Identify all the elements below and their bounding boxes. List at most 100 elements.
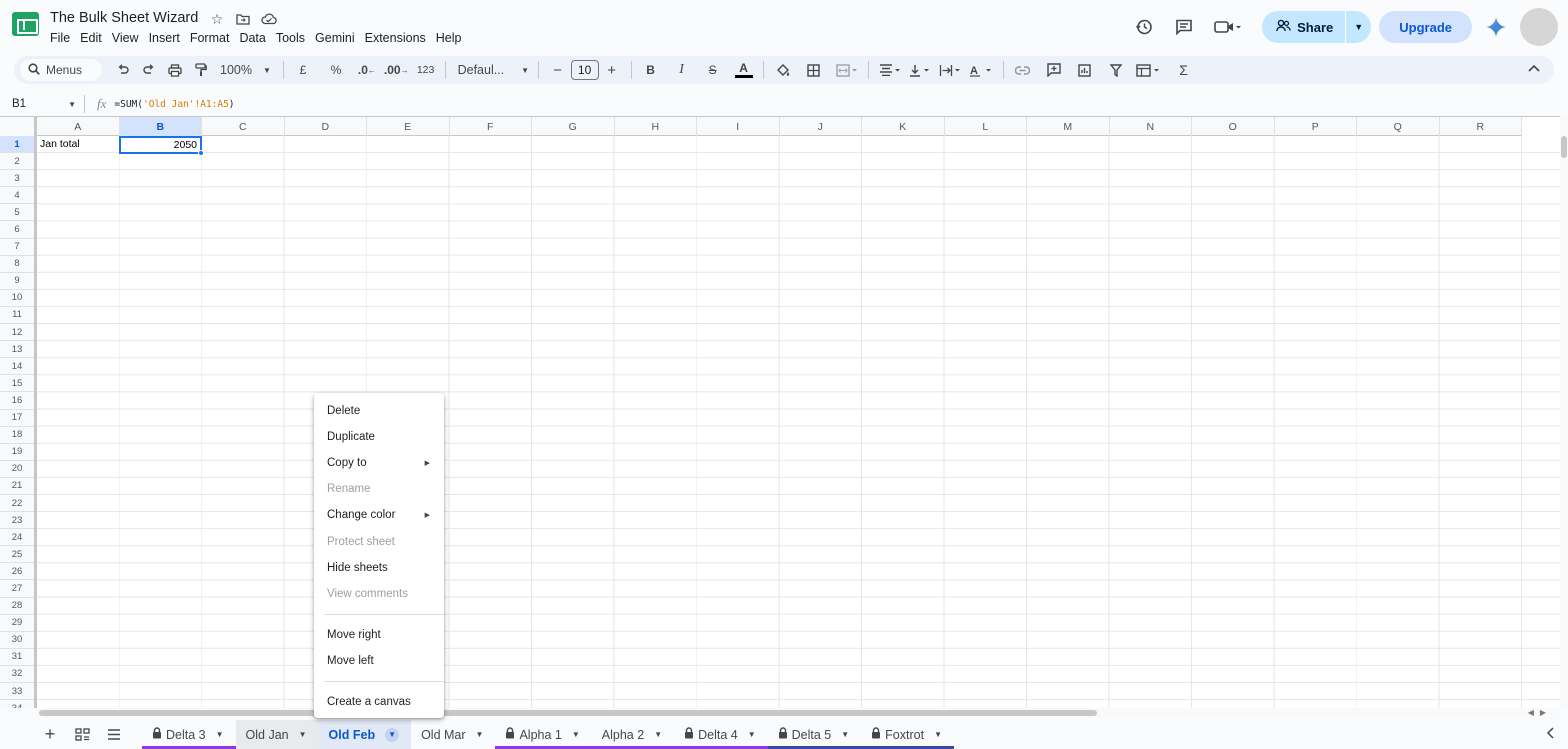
row-header-32[interactable]: 32 [0, 666, 34, 683]
star-icon[interactable]: ☆ [208, 10, 226, 28]
row-header-24[interactable]: 24 [0, 529, 34, 547]
vertical-align-icon[interactable] [906, 58, 934, 82]
strikethrough-button[interactable]: S [701, 58, 725, 82]
row-header-6[interactable]: 6 [0, 221, 34, 239]
percent-format-button[interactable]: % [324, 58, 348, 82]
row-header-23[interactable]: 23 [0, 512, 34, 530]
row-header-4[interactable]: 4 [0, 187, 34, 205]
menu-item-delete[interactable]: Delete [314, 398, 444, 424]
row-header-31[interactable]: 31 [0, 649, 34, 666]
insert-chart-icon[interactable] [1073, 58, 1097, 82]
cell-area[interactable] [37, 136, 1560, 708]
vertical-scrollbar[interactable] [1560, 116, 1568, 708]
move-folder-icon[interactable] [234, 10, 252, 28]
column-header-n[interactable]: N [1110, 117, 1192, 136]
row-header-15[interactable]: 15 [0, 375, 34, 393]
cell-b1-selected[interactable]: 2050 [119, 136, 204, 156]
add-sheet-icon[interactable]: + [34, 721, 66, 749]
upgrade-button[interactable]: Upgrade [1379, 11, 1472, 43]
paint-format-icon[interactable] [189, 58, 213, 82]
menu-item-duplicate[interactable]: Duplicate [314, 424, 444, 450]
row-header-26[interactable]: 26 [0, 563, 34, 581]
column-header-q[interactable]: Q [1357, 117, 1440, 136]
vertical-scroll-thumb[interactable] [1561, 136, 1567, 158]
chevron-down-icon[interactable]: ▼ [934, 730, 942, 739]
sheet-tab-alpha-2[interactable]: Alpha 2 ▼ [591, 720, 675, 749]
cell-a1[interactable]: Jan total [40, 138, 80, 150]
column-header-a[interactable]: A [37, 117, 120, 136]
zoom-select[interactable]: 100% ▼ [214, 63, 277, 77]
row-header-12[interactable]: 12 [0, 324, 34, 342]
row-header-16[interactable]: 16 [0, 392, 34, 410]
row-header-21[interactable]: 21 [0, 478, 34, 495]
horizontal-scroll-thumb[interactable] [39, 710, 1097, 716]
text-wrapping-icon[interactable] [936, 58, 964, 82]
row-header-11[interactable]: 11 [0, 307, 34, 325]
column-header-f[interactable]: F [450, 117, 532, 136]
chevron-down-icon[interactable]: ▼ [654, 730, 662, 739]
row-header-5[interactable]: 5 [0, 204, 34, 222]
font-family-select[interactable]: Defaul... ▼ [452, 63, 532, 77]
column-header-e[interactable]: E [367, 117, 450, 136]
menu-insert[interactable]: Insert [149, 31, 190, 45]
column-header-p[interactable]: P [1275, 117, 1357, 136]
document-title[interactable]: The Bulk Sheet Wizard [50, 10, 198, 26]
bold-button[interactable]: B [639, 58, 663, 82]
formula-input[interactable]: =SUM('Old Jan'!A1:A5) [114, 99, 234, 110]
sheet-tab-foxtrot[interactable]: Foxtrot ▼ [861, 720, 954, 749]
menu-item-move-left[interactable]: Move left [314, 648, 444, 674]
row-header-10[interactable]: 10 [0, 290, 34, 307]
increase-font-size-button[interactable]: + [600, 58, 624, 82]
menu-gemini[interactable]: Gemini [315, 31, 365, 45]
column-header-g[interactable]: G [532, 117, 615, 136]
fill-color-icon[interactable] [771, 58, 795, 82]
row-header-18[interactable]: 18 [0, 427, 34, 444]
column-header-k[interactable]: K [862, 117, 945, 136]
fill-handle[interactable] [198, 150, 204, 156]
font-size-input[interactable]: 10 [570, 60, 599, 80]
comments-icon[interactable] [1168, 11, 1200, 43]
row-header-19[interactable]: 19 [0, 444, 34, 461]
sheets-logo-icon[interactable] [12, 12, 39, 36]
menus-search[interactable]: Menus [20, 59, 102, 81]
filter-icon[interactable] [1104, 58, 1128, 82]
text-color-button[interactable]: A [732, 58, 756, 82]
borders-icon[interactable] [802, 58, 826, 82]
column-header-o[interactable]: O [1192, 117, 1275, 136]
menu-item-change-color[interactable]: Change color ▶ [314, 502, 444, 528]
row-header-1[interactable]: 1 [0, 136, 34, 154]
menu-edit[interactable]: Edit [80, 31, 112, 45]
chevron-down-icon[interactable]: ▼ [216, 730, 224, 739]
row-header-34[interactable]: 34 [0, 700, 34, 708]
chevron-down-icon[interactable]: ▼ [841, 730, 849, 739]
sheet-tab-delta-4[interactable]: Delta 4 ▼ [674, 720, 768, 749]
chevron-down-icon[interactable]: ▼ [299, 730, 307, 739]
menu-data[interactable]: Data [239, 31, 275, 45]
sheet-list-icon[interactable] [66, 721, 98, 749]
share-button[interactable]: Share [1262, 11, 1345, 43]
functions-button[interactable]: Σ [1172, 58, 1196, 82]
column-header-m[interactable]: M [1027, 117, 1110, 136]
menu-view[interactable]: View [112, 31, 149, 45]
row-header-27[interactable]: 27 [0, 580, 34, 598]
scroll-arrows-icon[interactable]: ◀▶ [1528, 708, 1552, 717]
avatar[interactable] [1520, 8, 1558, 46]
column-header-d[interactable]: D [285, 117, 367, 136]
menu-help[interactable]: Help [436, 31, 472, 45]
row-header-20[interactable]: 20 [0, 461, 34, 478]
insert-link-icon[interactable] [1011, 58, 1035, 82]
cloud-saved-icon[interactable] [260, 10, 278, 28]
decrease-decimal-button[interactable]: .0 ← [355, 58, 379, 82]
merge-cells-icon[interactable] [833, 58, 861, 82]
menu-item-move-right[interactable]: Move right [314, 622, 444, 648]
insert-comment-icon[interactable] [1042, 58, 1066, 82]
menu-file[interactable]: File [50, 31, 80, 45]
row-header-2[interactable]: 2 [0, 153, 34, 171]
row-header-9[interactable]: 9 [0, 273, 34, 290]
column-header-r[interactable]: R [1440, 117, 1522, 136]
sheet-tab-alpha-1[interactable]: Alpha 1 ▼ [495, 720, 592, 749]
more-formats-button[interactable]: 123 [414, 58, 438, 82]
row-header-30[interactable]: 30 [0, 632, 34, 649]
sheet-tab-delta-3[interactable]: Delta 3 ▼ [142, 720, 236, 749]
column-header-h[interactable]: H [615, 117, 697, 136]
